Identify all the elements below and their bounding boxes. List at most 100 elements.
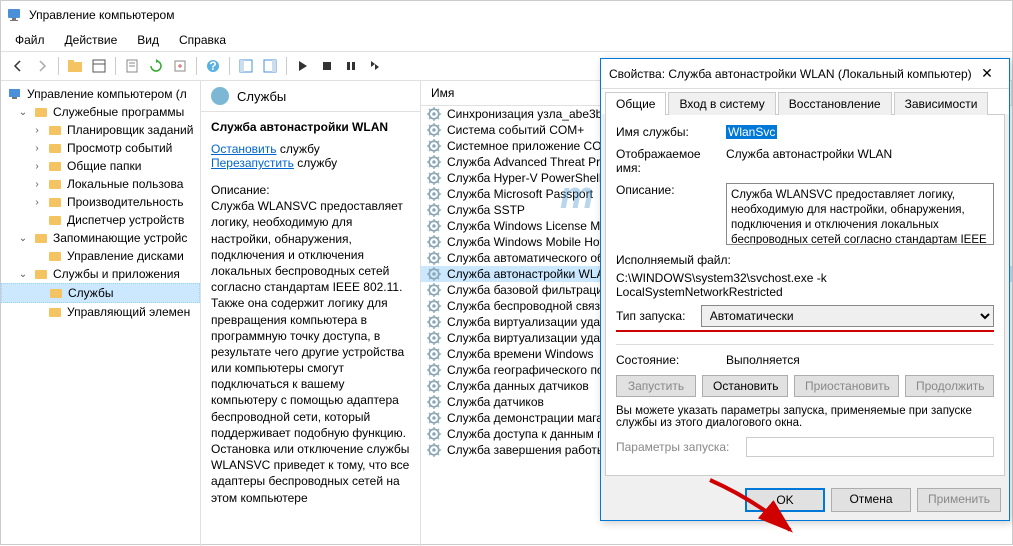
tree-item[interactable]: Диспетчер устройств [1,211,200,229]
service-name: Служба Hyper-V PowerShell Dir [447,171,620,185]
tab-logon[interactable]: Вход в систему [668,92,775,115]
service-name: Служба автоматического обн [447,251,611,265]
value-executable: C:\WINDOWS\system32\svchost.exe -k Local… [616,271,994,299]
menu-file[interactable]: Файл [7,31,53,49]
service-name: Синхронизация узла_abe3b8 [447,107,609,121]
tree-item[interactable]: ⌄ Службы и приложения [1,265,200,283]
menu-action[interactable]: Действие [57,31,126,49]
tree-root[interactable]: Управление компьютером (л [1,85,200,103]
tree-item-label: Службы и приложения [53,267,180,281]
dialog-titlebar: Свойства: Служба автонастройки WLAN (Лок… [601,59,1009,89]
detail-panel: Службы Служба автонастройки WLAN Останов… [201,81,421,546]
gear-icon [427,203,441,217]
tree-toggle-icon[interactable]: › [31,143,43,154]
tab-recovery[interactable]: Восстановление [778,92,892,115]
label-executable: Исполняемый файл: [616,253,994,267]
back-icon[interactable] [7,55,29,77]
tree-node-icon [33,230,49,246]
service-name: Система событий COM+ [447,123,584,137]
tree-item[interactable]: Управление дисками [1,247,200,265]
tree-node-icon [47,176,63,192]
tree-item[interactable]: › Локальные пользова [1,175,200,193]
gear-icon [427,347,441,361]
gear-icon [427,283,441,297]
forward-icon[interactable] [31,55,53,77]
refresh-icon[interactable] [145,55,167,77]
label-start-params: Параметры запуска: [616,440,746,454]
gear-icon [427,331,441,345]
gear-icon [427,139,441,153]
value-description[interactable]: Служба WLANSVC предоставляет логику, нео… [726,183,994,245]
menu-help[interactable]: Справка [171,31,234,49]
stop-link[interactable]: Остановить [211,142,277,156]
dialog-footer: OK Отмена Применить [601,480,1009,520]
tree-node-icon [33,104,49,120]
pause-icon[interactable] [340,55,362,77]
service-name: Служба завершения работы в [447,443,615,457]
apply-button[interactable]: Применить [917,488,1001,512]
service-name: Служба датчиков [447,395,544,409]
tree-item[interactable]: › Производительность [1,193,200,211]
tree-item[interactable]: Службы [1,283,200,303]
tree-toggle-icon[interactable]: ⌄ [17,233,29,244]
view2-icon[interactable] [259,55,281,77]
view1-icon[interactable] [235,55,257,77]
start-button[interactable]: Запустить [616,375,696,397]
service-description: Описание: Служба WLANSVC предоставляет л… [201,174,420,514]
tree-item-label: Служебные программы [53,105,184,119]
service-name: Служба Advanced Threat Prote [447,155,617,169]
startup-type-select[interactable]: Автоматически [701,305,994,327]
tree-toggle-icon[interactable]: › [31,161,43,172]
tree-panel: Управление компьютером (л ⌄ Служебные пр… [1,81,201,546]
stop-button[interactable]: Остановить [702,375,788,397]
folder-icon[interactable] [64,55,86,77]
tree-item[interactable]: › Просмотр событий [1,139,200,157]
label-display-name: Отображаемое имя: [616,147,726,175]
gear-icon [427,299,441,313]
tree-item[interactable]: › Общие папки [1,157,200,175]
restart-icon[interactable] [364,55,386,77]
label-state: Состояние: [616,353,726,367]
stop-icon[interactable] [316,55,338,77]
tree-node-icon [47,248,63,264]
tree-node-icon [47,158,63,174]
service-name: Служба демонстрации магазин [447,411,622,425]
tree-toggle-icon[interactable]: ⌄ [17,107,29,118]
ok-button[interactable]: OK [745,488,825,512]
resume-button[interactable]: Продолжить [905,375,994,397]
tree-item[interactable]: › Планировщик заданий [1,121,200,139]
titlebar: Управление компьютером [1,1,1012,29]
gear-icon [427,379,441,393]
play-icon[interactable] [292,55,314,77]
export-icon[interactable] [169,55,191,77]
tree-toggle-icon[interactable]: › [31,125,43,136]
tree-toggle-icon[interactable]: ⌄ [17,269,29,280]
gear-icon [427,315,441,329]
tree-item[interactable]: ⌄ Запоминающие устройс [1,229,200,247]
tree-item-label: Производительность [67,195,183,209]
tree-item[interactable]: Управляющий элемен [1,303,200,321]
tree-toggle-icon[interactable]: › [31,179,43,190]
tree-item[interactable]: ⌄ Служебные программы [1,103,200,121]
nav-icon[interactable] [88,55,110,77]
menu-view[interactable]: Вид [129,31,167,49]
menubar: Файл Действие Вид Справка [1,29,1012,52]
tab-general[interactable]: Общие [605,92,666,115]
pause-button[interactable]: Приостановить [794,375,899,397]
gear-icon [427,171,441,185]
props-icon[interactable] [121,55,143,77]
tab-dependencies[interactable]: Зависимости [894,92,989,115]
tab-content: Имя службы: WlanSvc Отображаемое имя: Сл… [605,114,1005,476]
close-icon[interactable]: ✕ [973,65,1001,82]
tree-item-label: Планировщик заданий [67,123,193,137]
gear-icon [427,107,441,121]
cancel-button[interactable]: Отмена [831,488,911,512]
tree-node-icon [47,122,63,138]
restart-link[interactable]: Перезапустить [211,156,294,170]
gear-icon [427,395,441,409]
help-icon[interactable]: ? [202,55,224,77]
tree-node-icon [33,266,49,282]
tree-node-icon [48,285,64,301]
tree-toggle-icon[interactable]: › [31,197,43,208]
start-params-input[interactable] [746,437,994,457]
